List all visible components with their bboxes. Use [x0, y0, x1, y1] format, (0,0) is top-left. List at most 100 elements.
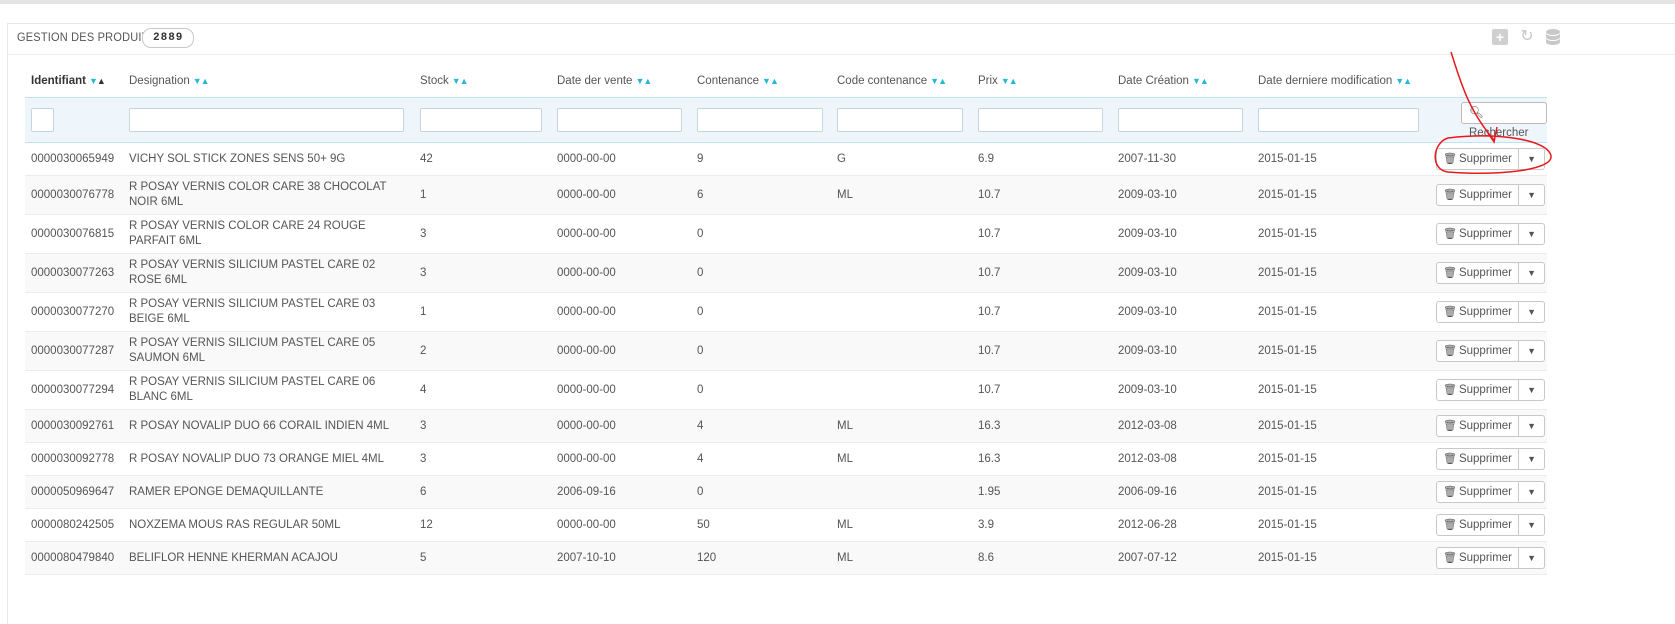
sort-arrows-icon[interactable]: ▼▲	[452, 76, 469, 86]
filter-date-vente-input[interactable]	[557, 108, 682, 132]
cell-contenance: 0	[691, 253, 831, 293]
panel-heading: GESTION DES PRODUITS 2889 + ↻	[8, 24, 1675, 55]
cell-date-vente: 0000-00-00	[551, 370, 691, 410]
cell-actions: 🗑︎ Supprimer ▼	[1427, 142, 1547, 176]
col-header-date-creation[interactable]: Date Création ▼▲	[1112, 65, 1252, 98]
actions-dropdown-toggle[interactable]: ▼	[1519, 148, 1546, 170]
row-actions: 🗑︎ Supprimer ▼	[1436, 379, 1546, 401]
actions-dropdown-toggle[interactable]: ▼	[1519, 448, 1546, 470]
cell-actions: 🗑︎ Supprimer ▼	[1427, 442, 1547, 476]
sort-arrows-icon[interactable]: ▼▲	[1395, 76, 1412, 86]
delete-button[interactable]: 🗑︎ Supprimer	[1436, 262, 1520, 284]
cell-code-contenance: ML	[831, 442, 972, 476]
cell-date-modif: 2015-01-15	[1252, 292, 1427, 332]
delete-button[interactable]: 🗑︎ Supprimer	[1436, 481, 1520, 503]
actions-dropdown-toggle[interactable]: ▼	[1519, 301, 1546, 323]
trash-icon: 🗑︎	[1443, 453, 1457, 465]
filter-stock-input[interactable]	[420, 108, 542, 132]
designation-text: R POSAY VERNIS SILICIUM PASTEL CARE 02 R…	[129, 259, 376, 286]
filter-date-modif-input[interactable]	[1258, 108, 1419, 132]
delete-button[interactable]: 🗑︎ Supprimer	[1436, 547, 1520, 569]
cell-code-contenance	[831, 253, 972, 293]
actions-dropdown-toggle[interactable]: ▼	[1519, 514, 1546, 536]
col-header-code-contenance[interactable]: Code contenance ▼▲	[831, 65, 972, 98]
cell-contenance: 50	[691, 508, 831, 542]
cell-date-vente: 0000-00-00	[551, 253, 691, 293]
filter-date-creation-input[interactable]	[1118, 108, 1243, 132]
row-actions: 🗑︎ Supprimer ▼	[1436, 514, 1546, 536]
cell-prix: 10.7	[972, 331, 1112, 371]
caret-down-icon: ▼	[1527, 268, 1536, 278]
cell-date-modif: 2015-01-15	[1252, 475, 1427, 509]
top-border	[0, 0, 1675, 4]
cell-date-modif: 2015-01-15	[1252, 142, 1427, 176]
cell-code-contenance	[831, 331, 972, 371]
actions-dropdown-toggle[interactable]: ▼	[1519, 184, 1546, 206]
delete-button[interactable]: 🗑︎ Supprimer	[1436, 340, 1520, 362]
sort-arrows-icon[interactable]: ▼▲	[762, 76, 779, 86]
cell-prix: 16.3	[972, 409, 1112, 443]
col-header-designation[interactable]: Designation ▼▲	[123, 65, 414, 98]
sort-arrows-icon[interactable]: ▼▲	[89, 76, 106, 86]
cell-id: 0000030077270	[25, 292, 123, 332]
delete-button[interactable]: 🗑︎ Supprimer	[1436, 148, 1520, 170]
cell-date-modif: 2015-01-15	[1252, 370, 1427, 410]
cell-date-modif: 2015-01-15	[1252, 541, 1427, 575]
actions-dropdown-toggle[interactable]: ▼	[1519, 547, 1546, 569]
filter-contenance-input[interactable]	[697, 108, 823, 132]
table-body: 0000030065949 VICHY SOL STICK ZONES SENS …	[25, 142, 1547, 575]
row-actions: 🗑︎ Supprimer ▼	[1436, 448, 1546, 470]
sort-arrows-icon[interactable]: ▼▲	[1001, 76, 1018, 86]
sort-arrows-icon[interactable]: ▼▲	[930, 76, 947, 86]
actions-dropdown-toggle[interactable]: ▼	[1519, 340, 1546, 362]
cell-designation: R POSAY NOVALIP DUO 66 CORAIL INDIEN 4ML	[123, 409, 414, 443]
col-header-id[interactable]: Identifiant ▼▲	[25, 65, 123, 98]
cell-designation: R POSAY VERNIS SILICIUM PASTEL CARE 02 R…	[123, 253, 414, 293]
trash-icon: 🗑︎	[1443, 552, 1457, 564]
cell-date-vente: 0000-00-00	[551, 409, 691, 443]
sort-arrows-icon[interactable]: ▼▲	[635, 76, 652, 86]
actions-dropdown-toggle[interactable]: ▼	[1519, 481, 1546, 503]
cell-designation: RAMER EPONGE DEMAQUILLANTE	[123, 475, 414, 509]
filter-code-contenance-input[interactable]	[837, 108, 963, 132]
cell-actions: 🗑︎ Supprimer ▼	[1427, 475, 1547, 509]
cell-actions: 🗑︎ Supprimer ▼	[1427, 409, 1547, 443]
cell-date-creation: 2012-03-08	[1112, 442, 1252, 476]
delete-button[interactable]: 🗑︎ Supprimer	[1436, 379, 1520, 401]
refresh-icon[interactable]: ↻	[1518, 28, 1536, 46]
actions-dropdown-toggle[interactable]: ▼	[1519, 379, 1546, 401]
actions-dropdown-toggle[interactable]: ▼	[1519, 415, 1546, 437]
col-header-contenance[interactable]: Contenance ▼▲	[691, 65, 831, 98]
cell-actions: 🗑︎ Supprimer ▼	[1427, 214, 1547, 254]
search-button[interactable]: 🔍︎ Rechercher	[1461, 101, 1547, 139]
database-icon[interactable]	[1544, 28, 1562, 46]
delete-button[interactable]: 🗑︎ Supprimer	[1436, 184, 1520, 206]
actions-dropdown-toggle[interactable]: ▼	[1519, 223, 1546, 245]
actions-dropdown-toggle[interactable]: ▼	[1519, 262, 1546, 284]
col-header-date-modif[interactable]: Date derniere modification ▼▲	[1252, 65, 1427, 98]
col-header-date-vente[interactable]: Date der vente ▼▲	[551, 65, 691, 98]
filter-prix-input[interactable]	[978, 108, 1103, 132]
col-header-stock[interactable]: Stock ▼▲	[414, 65, 551, 98]
caret-down-icon: ▼	[1527, 520, 1536, 530]
header-row: Identifiant ▼▲ Designation ▼▲ Stock ▼▲ Date…	[25, 65, 1547, 98]
sort-arrows-icon[interactable]: ▼▲	[1192, 76, 1209, 86]
cell-date-creation: 2009-03-10	[1112, 331, 1252, 371]
sort-arrows-icon[interactable]: ▼▲	[193, 76, 210, 86]
filter-id-input[interactable]	[31, 108, 54, 132]
delete-button[interactable]: 🗑︎ Supprimer	[1436, 415, 1520, 437]
delete-button[interactable]: 🗑︎ Supprimer	[1436, 223, 1520, 245]
cell-prix: 10.7	[972, 253, 1112, 293]
filter-designation-input[interactable]	[129, 108, 404, 132]
table-row: 0000030077294 R POSAY VERNIS SILICIUM PAS…	[25, 370, 1547, 410]
col-header-prix[interactable]: Prix ▼▲	[972, 65, 1112, 98]
add-icon[interactable]: +	[1492, 29, 1508, 45]
delete-button[interactable]: 🗑︎ Supprimer	[1436, 514, 1520, 536]
cell-date-vente: 0000-00-00	[551, 175, 691, 215]
designation-text: R POSAY VERNIS SILICIUM PASTEL CARE 03 B…	[129, 298, 376, 325]
cell-designation: R POSAY VERNIS COLOR CARE 24 ROUGE PARFA…	[123, 214, 414, 254]
delete-button[interactable]: 🗑︎ Supprimer	[1436, 301, 1520, 323]
cell-contenance: 6	[691, 175, 831, 215]
delete-button[interactable]: 🗑︎ Supprimer	[1436, 448, 1520, 470]
delete-label: Supprimer	[1458, 420, 1513, 432]
